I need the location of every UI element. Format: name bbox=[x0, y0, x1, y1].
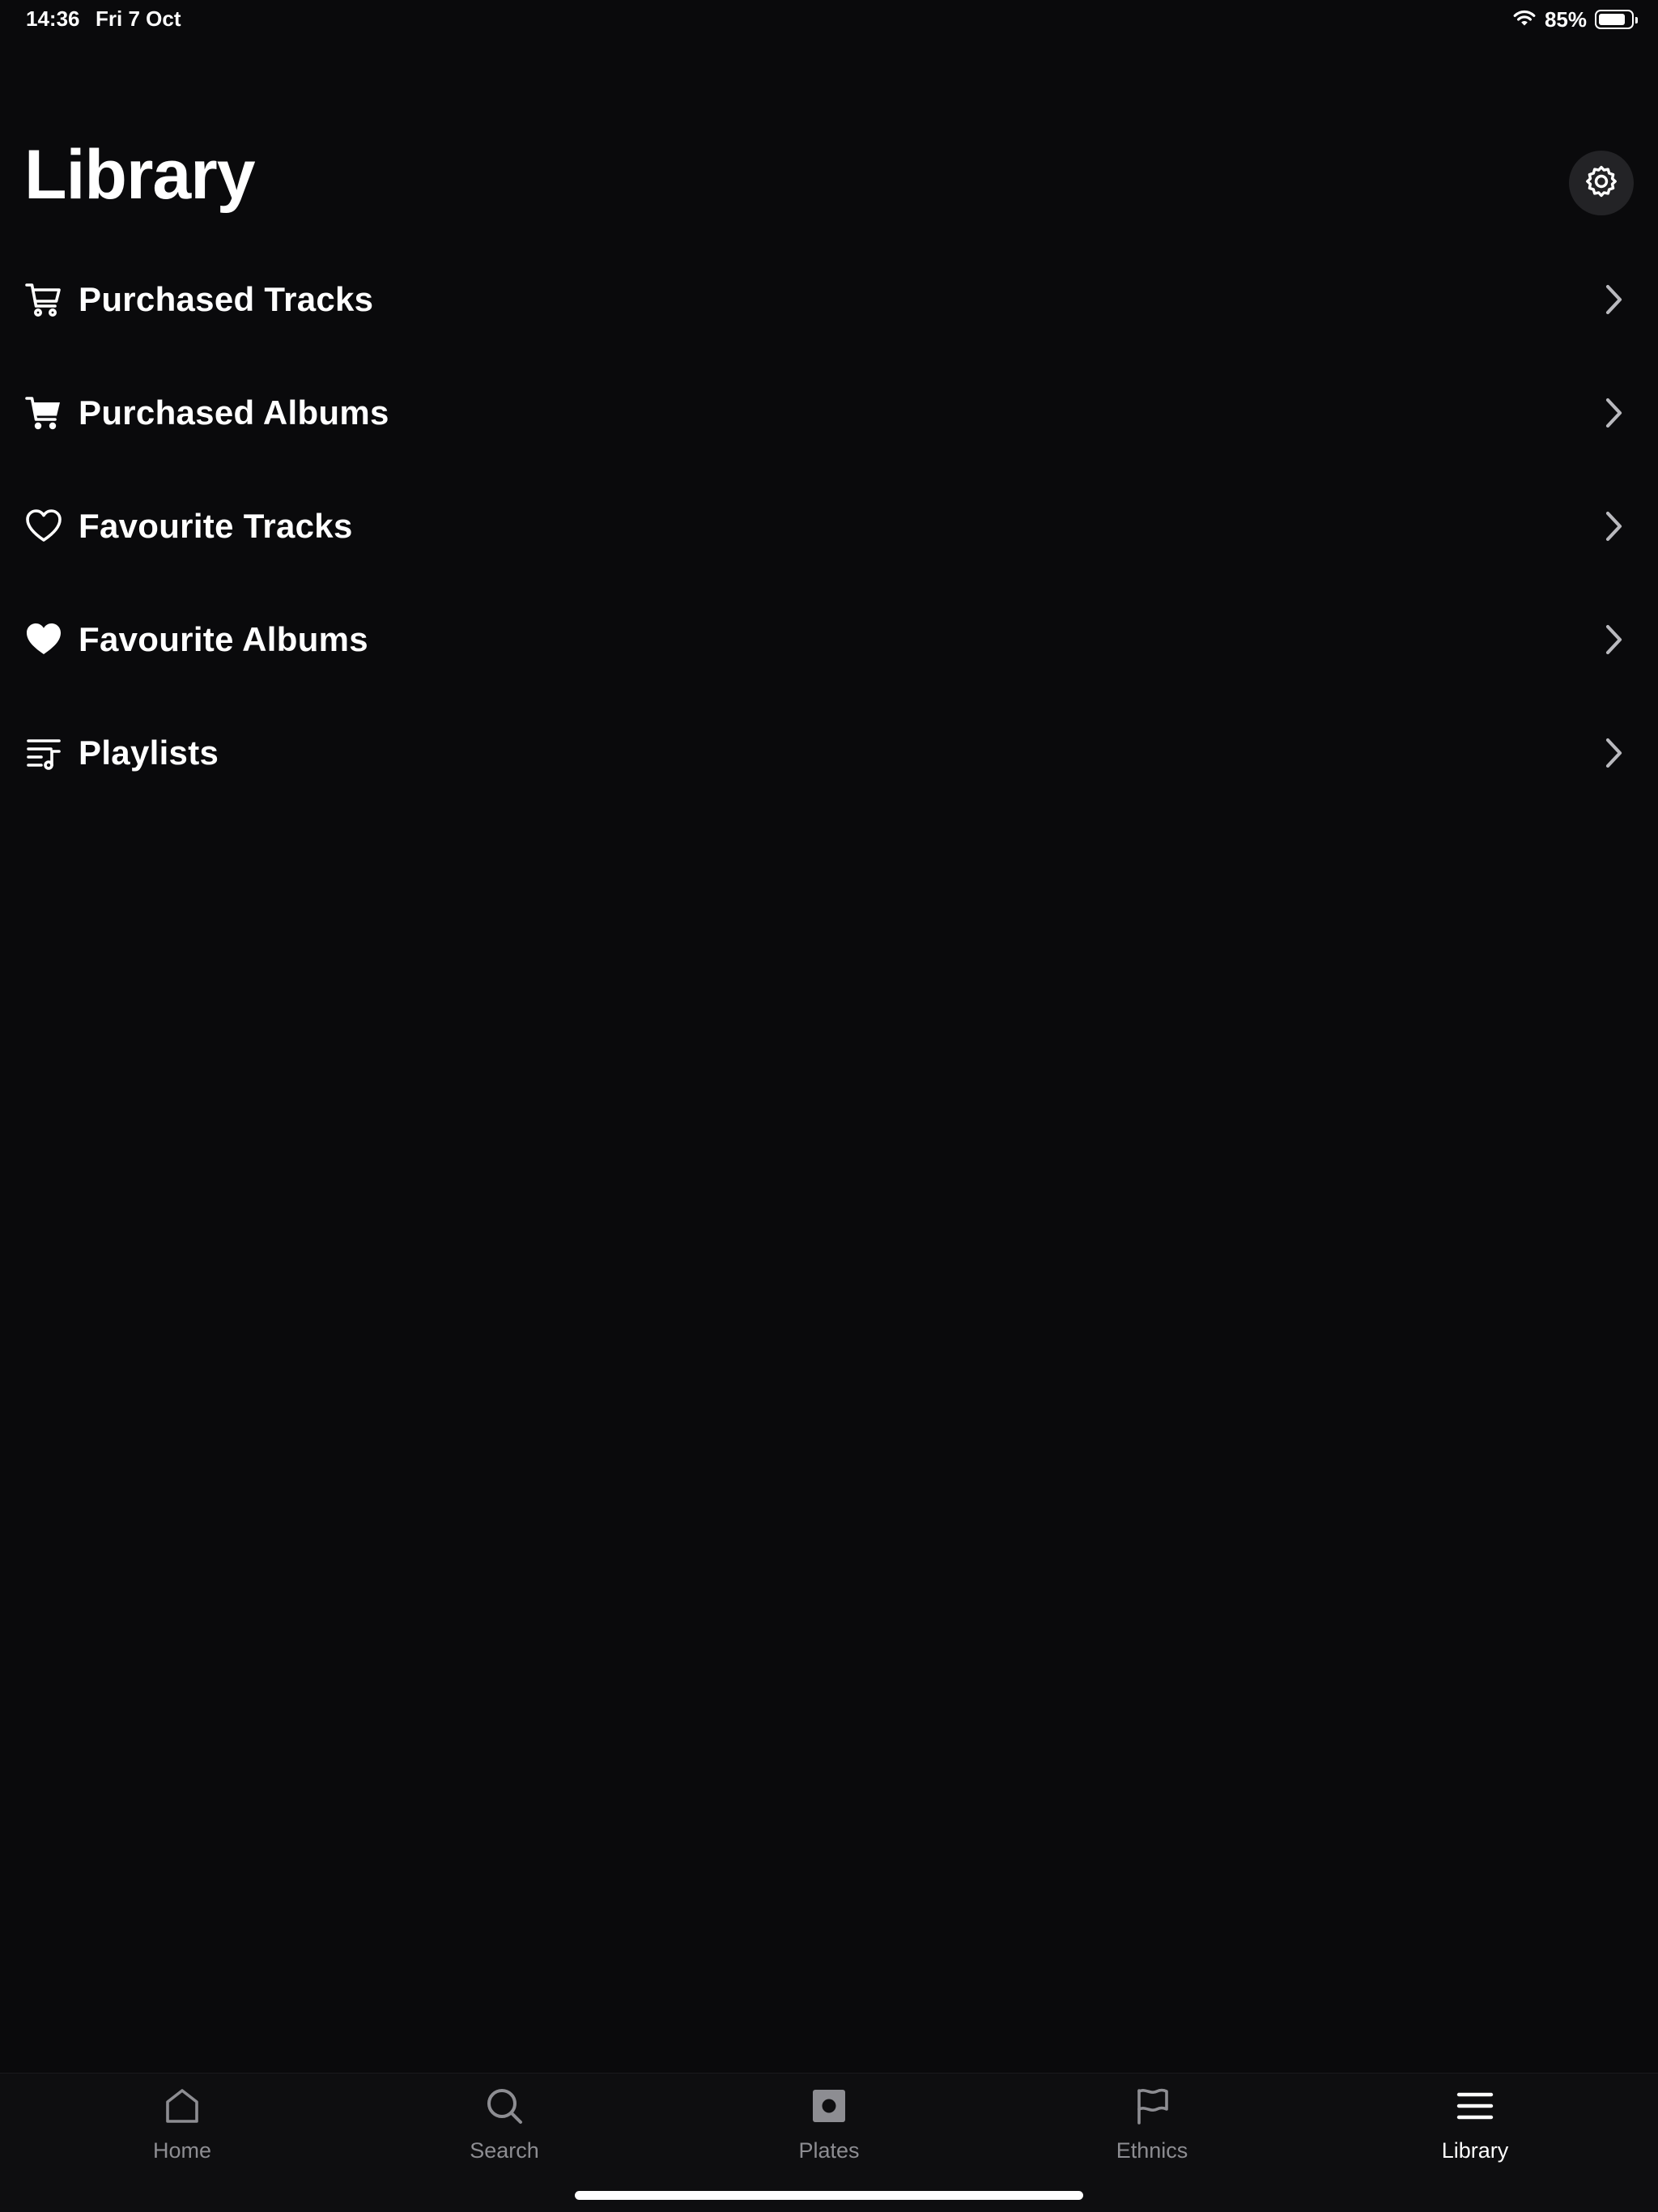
status-date: Fri 7 Oct bbox=[96, 6, 181, 31]
status-indicators: 85% bbox=[1512, 6, 1638, 32]
tab-search[interactable]: Search bbox=[423, 2085, 585, 2174]
flag-icon bbox=[1131, 2085, 1173, 2127]
chevron-right-icon bbox=[1601, 622, 1626, 657]
menu-item-playlists[interactable]: Playlists bbox=[0, 696, 1658, 810]
menu-item-favourite-albums[interactable]: Favourite Albums bbox=[0, 583, 1658, 696]
chevron-right-icon bbox=[1601, 282, 1626, 317]
tab-plates[interactable]: Plates bbox=[748, 2085, 910, 2174]
menu-item-purchased-albums[interactable]: Purchased Albums bbox=[0, 356, 1658, 470]
tab-label: Library bbox=[1441, 2138, 1509, 2163]
settings-button[interactable] bbox=[1569, 151, 1634, 215]
record-icon bbox=[808, 2085, 850, 2127]
tab-label: Search bbox=[470, 2138, 539, 2163]
menu-item-purchased-tracks[interactable]: Purchased Tracks bbox=[0, 243, 1658, 356]
tab-library[interactable]: Library bbox=[1394, 2085, 1556, 2174]
chevron-right-icon bbox=[1601, 735, 1626, 771]
menu-item-label: Favourite Tracks bbox=[79, 507, 353, 545]
cart-filled-icon bbox=[24, 393, 63, 432]
battery-icon bbox=[1595, 10, 1638, 29]
cart-outline-icon bbox=[24, 280, 63, 319]
tab-ethnics[interactable]: Ethnics bbox=[1071, 2085, 1233, 2174]
wifi-icon bbox=[1512, 8, 1537, 32]
playlist-icon bbox=[24, 734, 63, 772]
status-bar: 14:36 Fri 7 Oct 85% bbox=[0, 0, 1658, 39]
tab-label: Plates bbox=[798, 2138, 860, 2163]
battery-percent: 85% bbox=[1544, 6, 1587, 32]
page-title: Library bbox=[24, 136, 256, 214]
gear-icon bbox=[1584, 164, 1619, 203]
tab-home[interactable]: Home bbox=[101, 2085, 263, 2174]
library-screen: 14:36 Fri 7 Oct 85% Library Purchased Tr… bbox=[0, 0, 1658, 2212]
heart-filled-icon bbox=[24, 620, 63, 659]
menu-item-label: Playlists bbox=[79, 734, 219, 772]
battery-level-fill bbox=[1599, 14, 1626, 25]
tab-label: Ethnics bbox=[1116, 2138, 1188, 2163]
library-menu: Purchased Tracks Purchased Albums Favour… bbox=[0, 243, 1658, 810]
chevron-right-icon bbox=[1601, 508, 1626, 544]
home-indicator bbox=[575, 2191, 1083, 2200]
search-icon bbox=[483, 2085, 525, 2127]
tab-label: Home bbox=[152, 2138, 212, 2163]
status-time: 14:36 bbox=[26, 6, 80, 31]
menu-item-label: Favourite Albums bbox=[79, 620, 368, 658]
heart-outline-icon bbox=[24, 507, 63, 546]
menu-item-favourite-tracks[interactable]: Favourite Tracks bbox=[0, 470, 1658, 583]
menu-item-label: Purchased Tracks bbox=[79, 280, 374, 318]
menu-item-label: Purchased Albums bbox=[79, 393, 389, 432]
home-icon bbox=[161, 2085, 203, 2127]
menu-icon bbox=[1454, 2085, 1496, 2127]
chevron-right-icon bbox=[1601, 395, 1626, 431]
